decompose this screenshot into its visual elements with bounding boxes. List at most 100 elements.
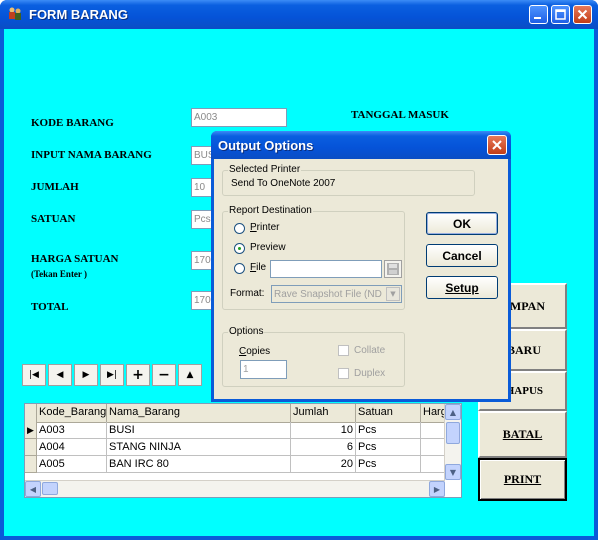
copies-label: Copies — [239, 346, 271, 357]
grid-cell[interactable]: 6 — [291, 439, 356, 456]
file-radio[interactable] — [234, 263, 245, 274]
kode-barang-label: KODE BARANG — [31, 117, 114, 129]
grid-cell[interactable]: Pcs — [356, 456, 421, 473]
vertical-scroll-thumb[interactable] — [446, 422, 460, 444]
grid-cell[interactable]: A005 — [37, 456, 107, 473]
next-record-icon: ▶ — [82, 370, 90, 380]
current-row-indicator: ▶ — [25, 422, 37, 439]
format-select[interactable]: Rave Snapshot File (ND — [271, 285, 402, 303]
nama-barang-label: INPUT NAMA BARANG — [31, 149, 152, 161]
minus-icon: − — [158, 367, 170, 383]
file-path-input[interactable] — [270, 260, 382, 278]
data-grid[interactable]: Kode_Barang Nama_Barang Jumlah Satuan Ha… — [24, 403, 462, 498]
cancel-button-label: Cancel — [442, 248, 482, 263]
collate-checkbox[interactable] — [338, 345, 349, 356]
column-header[interactable]: Nama_Barang — [107, 404, 291, 422]
format-select-value: Rave Snapshot File (ND — [274, 289, 382, 300]
maximize-icon — [555, 9, 566, 20]
batal-button[interactable]: BATAL — [478, 411, 567, 458]
grid-cell[interactable]: 10 — [291, 422, 356, 439]
total-label: TOTAL — [31, 301, 69, 313]
file-option-label[interactable]: File — [250, 262, 266, 273]
minimize-button[interactable] — [529, 5, 548, 24]
dialog-titlebar[interactable]: Output Options — [211, 131, 511, 159]
printer-radio[interactable] — [234, 223, 245, 234]
harga-satuan-label: HARGA SATUAN — [31, 253, 119, 265]
grid-cell[interactable]: Pcs — [356, 422, 421, 439]
hapus-button-label: HAPUS — [505, 385, 543, 397]
grid-cell[interactable]: A004 — [37, 439, 107, 456]
up-triangle-icon: ▲ — [186, 370, 194, 380]
last-record-icon: ▶| — [107, 370, 117, 380]
options-group: Options Copies 1 Collate Duplex — [222, 326, 405, 387]
setup-button[interactable]: Setup — [426, 276, 498, 299]
first-record-icon: |◀ — [29, 370, 39, 380]
printer-option-label[interactable]: Printer — [250, 222, 279, 233]
column-header[interactable]: Satuan — [356, 404, 421, 422]
column-header[interactable]: Jumlah — [291, 404, 356, 422]
cancel-button[interactable]: Cancel — [426, 244, 498, 267]
column-header[interactable]: Harg — [421, 404, 445, 422]
nav-last-button[interactable]: ▶| — [100, 364, 124, 386]
arrow-down-icon: ▼ — [449, 467, 457, 477]
report-destination-group: Report Destination Printer Preview File … — [222, 205, 405, 310]
grid-cell[interactable]: BAN IRC 80 — [107, 456, 291, 473]
print-button[interactable]: PRINT — [478, 458, 567, 501]
scroll-up-button[interactable]: ▲ — [445, 404, 461, 420]
horizontal-scroll-thumb[interactable] — [42, 482, 58, 495]
nav-edit-button[interactable]: ▲ — [178, 364, 202, 386]
scroll-right-button[interactable]: ▶ — [429, 481, 445, 497]
grid-horizontal-scrollbar[interactable]: ◀ ▶ — [25, 480, 445, 497]
chevron-down-icon[interactable]: ▼ — [386, 287, 400, 301]
save-disk-icon — [387, 263, 399, 275]
dialog-body: Selected Printer Send To OneNote 2007 Re… — [214, 159, 508, 399]
satuan-label: SATUAN — [31, 213, 76, 225]
grid-header: Kode_Barang Nama_Barang Jumlah Satuan Ha… — [25, 404, 461, 423]
grid-cell[interactable] — [421, 456, 445, 473]
browse-file-button[interactable] — [384, 260, 402, 278]
nav-next-button[interactable]: ▶ — [74, 364, 98, 386]
main-titlebar[interactable]: FORM BARANG — [0, 0, 598, 29]
dialog-title: Output Options — [218, 138, 314, 153]
kode-barang-input[interactable]: A003 — [191, 108, 287, 127]
grid-cell[interactable]: Pcs — [356, 439, 421, 456]
scroll-left-button[interactable]: ◀ — [25, 481, 41, 497]
ok-button[interactable]: OK — [426, 212, 498, 235]
grid-cell[interactable]: 20 — [291, 456, 356, 473]
preview-radio[interactable] — [234, 243, 245, 254]
arrow-up-icon: ▲ — [449, 407, 457, 417]
arrow-left-icon: ◀ — [29, 484, 37, 494]
duplex-checkbox[interactable] — [338, 368, 349, 379]
preview-option-label[interactable]: Preview — [250, 242, 286, 253]
duplex-label: Duplex — [354, 368, 386, 379]
print-button-label: PRINT — [503, 472, 542, 486]
copies-input[interactable]: 1 — [240, 360, 287, 379]
app-icon — [9, 7, 21, 20]
scroll-down-button[interactable]: ▼ — [445, 464, 461, 480]
window-title: FORM BARANG — [29, 7, 128, 22]
batal-button-label: BATAL — [502, 427, 543, 441]
column-header[interactable]: Kode_Barang — [37, 404, 107, 422]
report-destination-legend: Report Destination — [228, 205, 313, 216]
nav-delete-button[interactable]: − — [152, 364, 176, 386]
plus-icon: + — [132, 367, 144, 383]
jumlah-label: JUMLAH — [31, 181, 79, 193]
close-icon — [492, 140, 502, 150]
grid-cell[interactable] — [421, 422, 445, 439]
nav-prior-button[interactable]: ◀ — [48, 364, 72, 386]
selected-printer-legend: Selected Printer — [228, 164, 302, 175]
options-legend: Options — [228, 326, 265, 337]
grid-cell[interactable]: BUSI — [107, 422, 291, 439]
grid-cell[interactable] — [421, 439, 445, 456]
nav-first-button[interactable]: |◀ — [22, 364, 46, 386]
output-options-dialog: Output Options Selected Printer Send To … — [211, 131, 511, 402]
nav-insert-button[interactable]: + — [126, 364, 150, 386]
arrow-right-icon: ▶ — [433, 484, 441, 494]
row-indicator — [25, 439, 37, 456]
maximize-button[interactable] — [551, 5, 570, 24]
close-button[interactable] — [573, 5, 592, 24]
grid-vertical-scrollbar[interactable]: ▲ ▼ — [444, 404, 461, 480]
grid-cell[interactable]: STANG NINJA — [107, 439, 291, 456]
dialog-close-button[interactable] — [487, 135, 507, 155]
grid-cell[interactable]: A003 — [37, 422, 107, 439]
